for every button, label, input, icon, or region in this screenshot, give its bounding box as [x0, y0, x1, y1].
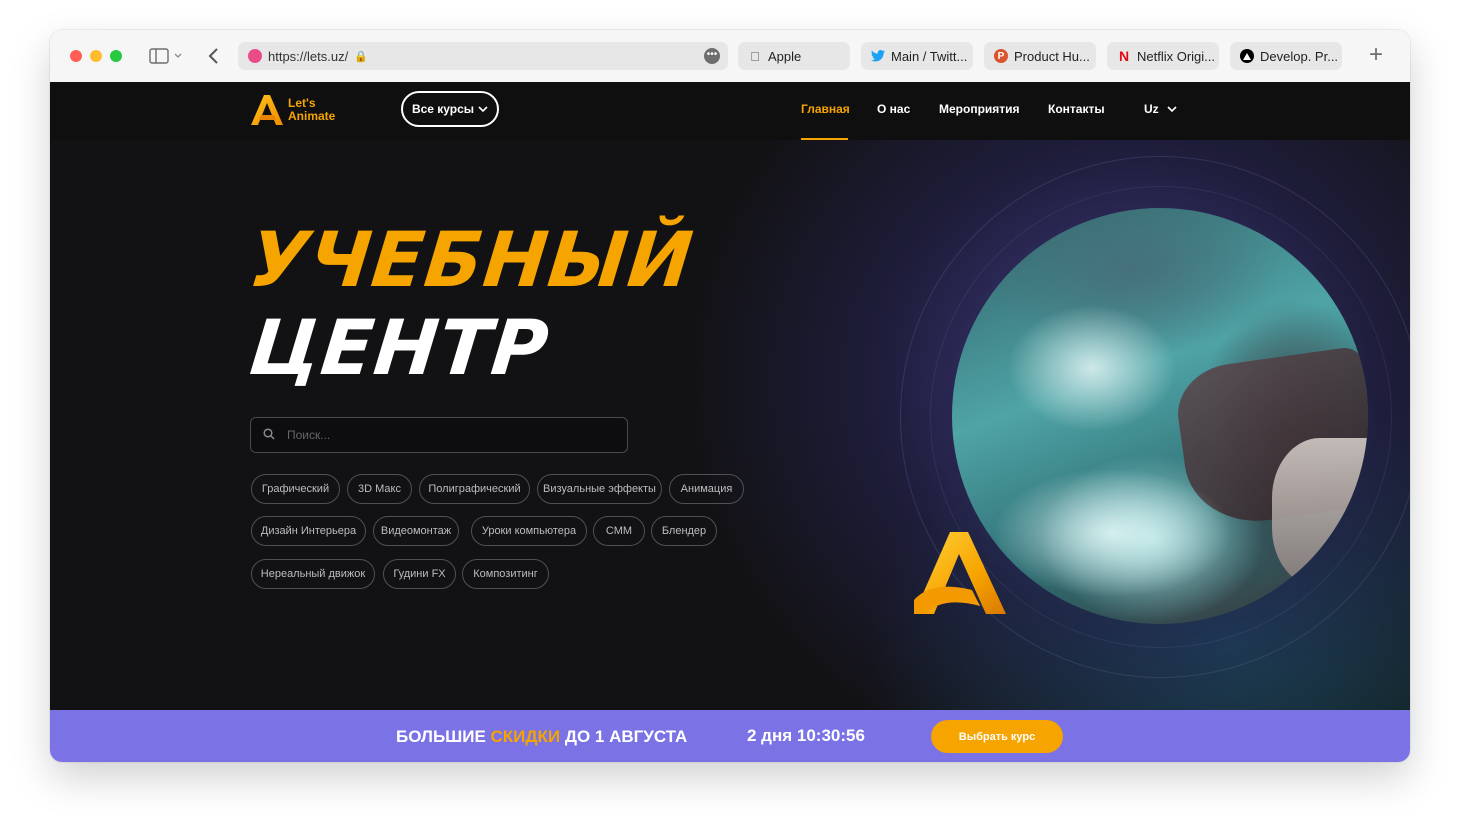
promo-text-highlight: СКИДКИ [490, 727, 561, 746]
hero-title-line1: УЧЕБНЫЙ [245, 215, 698, 304]
netflix-icon: N [1118, 48, 1130, 64]
logo-text-line2: Animate [288, 109, 336, 123]
choose-course-button[interactable]: Выбрать курс [931, 720, 1063, 753]
chevron-left-icon [208, 48, 218, 64]
back-button[interactable] [202, 44, 226, 68]
tab-label: Develop. Pr... [1260, 48, 1339, 64]
nav-about[interactable]: О нас [877, 102, 910, 116]
search-box[interactable] [250, 417, 628, 453]
chip-video-editing[interactable]: Видеомонтаж [373, 516, 459, 546]
chip-compositing[interactable]: Композитинг [462, 559, 549, 589]
close-window-button[interactable] [70, 50, 82, 62]
chip-3d-max[interactable]: 3D Макс [347, 474, 412, 504]
tab-apple[interactable]:  Apple [738, 42, 850, 70]
chip-unreal-engine[interactable]: Нереальный движок [251, 559, 375, 589]
site-logo[interactable]: Let's Animate [250, 92, 335, 128]
address-bar[interactable]: https://lets.uz/ 🔒 ••• [238, 42, 728, 70]
minimize-window-button[interactable] [90, 50, 102, 62]
tab-vercel[interactable]: Develop. Pr... [1230, 42, 1342, 70]
chip-printing[interactable]: Полиграфический [419, 474, 530, 504]
hero-waterfall-image [952, 208, 1368, 624]
search-input[interactable] [285, 427, 589, 443]
lets-animate-logo-icon [251, 95, 283, 125]
more-options-icon[interactable]: ••• [704, 48, 720, 64]
promo-text-end: ДО 1 АВГУСТА [560, 727, 688, 746]
browser-toolbar: https://lets.uz/ 🔒 •••  Apple Main / Tw… [50, 30, 1410, 83]
nav-contacts[interactable]: Контакты [1048, 102, 1105, 116]
promo-text: БОЛЬШИЕ СКИДКИ ДО 1 АВГУСТА [396, 727, 687, 747]
chip-computer-lessons[interactable]: Уроки компьютера [471, 516, 587, 546]
chip-animation[interactable]: Анимация [669, 474, 744, 504]
new-tab-button[interactable]: + [1364, 43, 1388, 68]
language-selector[interactable]: Uz [1144, 102, 1177, 116]
nav-events[interactable]: Мероприятия [939, 102, 1020, 116]
tab-label: Apple [768, 48, 802, 64]
chip-visual-effects[interactable]: Визуальные эффекты [537, 474, 662, 504]
browser-window: https://lets.uz/ 🔒 •••  Apple Main / Tw… [50, 30, 1410, 762]
twitter-icon [871, 49, 885, 63]
tab-product-hunt[interactable]: P Product Hu... [984, 42, 1096, 70]
tab-label: Product Hu... [1014, 48, 1090, 64]
vercel-icon [1240, 49, 1254, 63]
product-hunt-icon: P [994, 49, 1008, 63]
search-icon [263, 427, 275, 443]
apple-icon:  [748, 49, 762, 64]
zoom-window-button[interactable] [110, 50, 122, 62]
chevron-down-icon [1167, 106, 1177, 113]
chip-graphic[interactable]: Графический [251, 474, 340, 504]
all-courses-dropdown[interactable]: Все курсы [401, 91, 499, 127]
lets-animate-3d-logo-icon [914, 532, 1006, 614]
nav-home[interactable]: Главная [801, 102, 850, 116]
sidebar-icon [149, 48, 182, 64]
chip-interior-design[interactable]: Дизайн Интерьера [251, 516, 366, 546]
sidebar-toggle-button[interactable] [146, 44, 186, 68]
all-courses-label: Все курсы [411, 102, 475, 116]
hero-title-line2: ЦЕНТР [245, 303, 554, 392]
promo-banner: БОЛЬШИЕ СКИДКИ ДО 1 АВГУСТА 2 дня 10:30:… [50, 710, 1410, 762]
site-header: Let's Animate Все курсы Главная О нас Ме… [50, 82, 1410, 140]
chip-smm[interactable]: СММ [593, 516, 645, 546]
tab-label: Main / Twitt... [891, 48, 968, 64]
url-text: https://lets.uz/ [268, 48, 349, 64]
chip-houdini-fx[interactable]: Гудини FX [383, 559, 456, 589]
lock-icon: 🔒 [354, 50, 368, 63]
dribbble-favicon-icon [248, 49, 262, 63]
website-viewport: Let's Animate Все курсы Главная О нас Ме… [50, 82, 1410, 710]
tab-netflix[interactable]: N Netflix Origi... [1107, 42, 1219, 70]
language-label: Uz [1144, 102, 1159, 116]
nav-active-indicator [801, 138, 848, 140]
chip-blender[interactable]: Блендер [651, 516, 717, 546]
promo-text-start: БОЛЬШИЕ [396, 727, 491, 746]
countdown-timer: 2 дня 10:30:56 [747, 726, 865, 745]
chevron-down-icon [478, 106, 488, 112]
tab-label: Netflix Origi... [1137, 48, 1216, 64]
tab-twitter[interactable]: Main / Twitt... [861, 42, 973, 70]
